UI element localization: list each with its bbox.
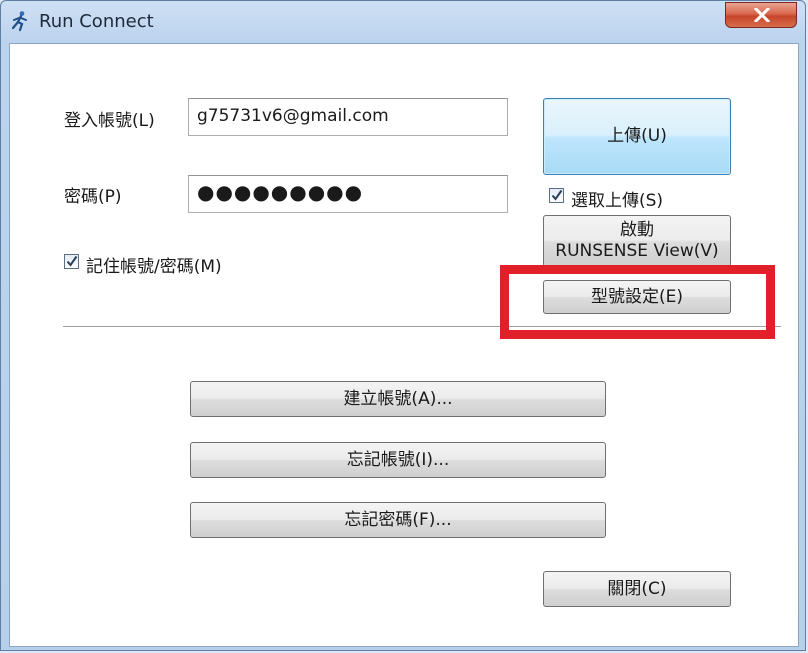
launch-runsense-view-button[interactable]: 啟動 RUNSENSE View(V) <box>543 215 731 267</box>
dialog-client-area: 登入帳號(L) g75731v6@gmail.com 密碼(P) ●●●●●●●… <box>9 43 799 647</box>
run-connect-window: Run Connect 登入帳號(L) g75731v6@gmail.com 密… <box>0 0 806 651</box>
password-label: 密碼(P) <box>64 187 122 207</box>
window-title: Run Connect <box>39 11 154 32</box>
create-account-button[interactable]: 建立帳號(A)... <box>190 381 606 417</box>
forgot-account-button[interactable]: 忘記帳號(I)... <box>190 442 606 478</box>
password-input[interactable]: ●●●●●●●●● <box>188 175 508 213</box>
upload-button[interactable]: 上傳(U) <box>543 98 731 175</box>
forgot-password-button[interactable]: 忘記密碼(F)... <box>190 502 606 538</box>
close-icon <box>754 8 770 22</box>
remember-checkbox[interactable] <box>64 254 79 269</box>
remember-label: 記住帳號/密碼(M) <box>86 257 222 277</box>
runner-icon <box>11 11 27 32</box>
select-upload-label: 選取上傳(S) <box>571 191 664 211</box>
title-bar: Run Connect <box>1 1 807 43</box>
check-icon <box>66 255 78 267</box>
account-input[interactable]: g75731v6@gmail.com <box>188 98 508 136</box>
select-upload-checkbox[interactable] <box>549 188 564 203</box>
check-icon <box>551 189 563 201</box>
highlight-annotation-box <box>500 265 775 339</box>
launch-button-line1: 啟動 <box>620 220 654 240</box>
close-button[interactable]: 關閉(C) <box>543 571 731 607</box>
window-close-button[interactable] <box>725 2 797 28</box>
account-label: 登入帳號(L) <box>64 111 155 131</box>
launch-button-line2: RUNSENSE View(V) <box>555 241 719 261</box>
